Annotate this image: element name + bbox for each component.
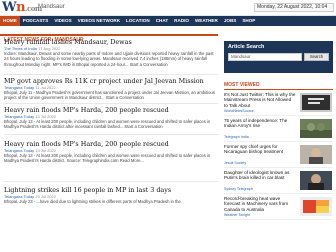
- date-field[interactable]: Monday, 22 August 2022, 10:04: [254, 3, 334, 12]
- logo-w: W: [2, 0, 17, 15]
- article-item[interactable]: Heavy rain floods MP's Harda, 200 people…: [4, 106, 218, 130]
- nav-videos-network[interactable]: VIDEOS NETWORK: [75, 16, 123, 26]
- divider: [4, 181, 218, 182]
- divider: [4, 74, 218, 75]
- article-item[interactable]: Lightning strikes kill 16 people in MP i…: [4, 186, 218, 210]
- article-title[interactable]: MP govt approves Rs 11K cr project under…: [4, 77, 218, 85]
- most-viewed-item[interactable]: Record-breaking heat wave forecast in Ma…: [224, 196, 333, 220]
- logo-n: n: [16, 0, 26, 15]
- most-viewed-item[interactable]: Daughter of ideologist known as Putin's …: [224, 170, 333, 194]
- top-bar: Wn.com Mandsaur Monday, 22 August 2022, …: [0, 0, 336, 16]
- most-viewed-headline[interactable]: Daughter of ideologist known as Putin's …: [224, 170, 296, 181]
- thumbnail-image[interactable]: [300, 145, 332, 164]
- article-snippet: Bhopal, July 23 - ...have died due to li…: [4, 199, 181, 204]
- most-viewed-headline[interactable]: 75 years of independence: The Indian Arm…: [224, 118, 296, 129]
- article-title[interactable]: Heavy rainfall lashes Mandsaur, Dewas: [4, 38, 218, 46]
- nav-location[interactable]: LOCATION: [123, 16, 153, 26]
- nav-shop[interactable]: SHOP: [239, 16, 258, 26]
- article-item[interactable]: Heavy rain floods MP's Harda, 200 people…: [4, 140, 218, 164]
- most-viewed-headline[interactable]: It's Not Just Twitter: This is why the M…: [224, 92, 296, 108]
- most-viewed-item[interactable]: 75 years of independence: The Indian Arm…: [224, 118, 333, 142]
- nav-weather[interactable]: WEATHER: [192, 16, 221, 26]
- most-viewed-source: WorldNewsSource: [224, 109, 254, 113]
- nav-radio[interactable]: RADIO: [171, 16, 192, 26]
- search-button[interactable]: Search: [304, 53, 329, 61]
- most-viewed-headline[interactable]: Former spy chief urges for Nicaraguan bi…: [224, 144, 296, 155]
- divider: [4, 134, 218, 135]
- divider: [224, 193, 333, 194]
- nav-jobs[interactable]: JOBS: [221, 16, 240, 26]
- article-search-box: Article Search Mandsaur Search: [224, 41, 333, 73]
- divider: [224, 115, 333, 116]
- search-title: Article Search: [228, 44, 265, 50]
- most-viewed-source: Sydney Telegraph: [224, 187, 253, 191]
- most-viewed-title: MOST VIEWED: [224, 82, 333, 90]
- nav-videos[interactable]: VIDEOS: [51, 16, 74, 26]
- article-snippet: Indore: Mandsaur, Dewas and some nearby …: [4, 51, 214, 67]
- most-viewed-item[interactable]: Former spy chief urges for Nicaraguan bi…: [224, 144, 333, 168]
- article-item[interactable]: MP govt approves Rs 11K cr project under…: [4, 77, 218, 101]
- main-nav: HOME PODCASTS VIDEOS VIDEOS NETWORK LOCATION…: [0, 16, 336, 26]
- thumbnail-image[interactable]: [300, 119, 332, 138]
- most-viewed-source: Weather Tonight: [224, 213, 251, 217]
- divider: [224, 219, 333, 220]
- divider: [224, 167, 333, 168]
- section-header: LATEST NEWS FOR: MANDSAUR: [0, 28, 218, 43]
- article-title[interactable]: Lightning strikes kill 16 people in MP i…: [4, 186, 218, 194]
- most-viewed-headline[interactable]: Record-breaking heat wave forecast in Ma…: [224, 196, 296, 212]
- divider: [4, 103, 218, 104]
- nav-home[interactable]: HOME: [0, 16, 20, 26]
- nav-chat[interactable]: CHAT: [153, 16, 171, 26]
- most-viewed-source: Jesuit Society: [224, 161, 247, 165]
- article-title[interactable]: Heavy rain floods MP's Harda, 200 people…: [4, 106, 218, 114]
- thumbnail-image[interactable]: [300, 171, 332, 190]
- article-item[interactable]: Heavy rainfall lashes Mandsaur, Dewas Th…: [4, 38, 218, 73]
- most-viewed-item[interactable]: It's Not Just Twitter: This is why the M…: [224, 92, 333, 116]
- article-snippet: Bhopal, July 13 - At least 200 people, i…: [4, 153, 211, 164]
- site-logo[interactable]: Wn.com: [2, 1, 42, 15]
- article-snippet: Bhopal, July 13 - At least 200 people, i…: [4, 119, 211, 130]
- most-viewed-source: Telegraph India: [224, 135, 249, 139]
- search-input[interactable]: Mandsaur: [228, 53, 302, 61]
- thumbnail-image[interactable]: [300, 197, 332, 216]
- sidebar: Article Search Mandsaur Search MOST VIEW…: [224, 26, 336, 252]
- thumbnail-image[interactable]: [300, 93, 332, 112]
- location-label: Mandsaur: [38, 4, 65, 10]
- nav-podcasts[interactable]: PODCASTS: [20, 16, 52, 26]
- article-snippet: Bhopal, July 11 - Madhya Pradesh's gover…: [4, 90, 215, 101]
- article-title[interactable]: Heavy rain floods MP's Harda, 200 people…: [4, 140, 218, 148]
- divider: [224, 141, 333, 142]
